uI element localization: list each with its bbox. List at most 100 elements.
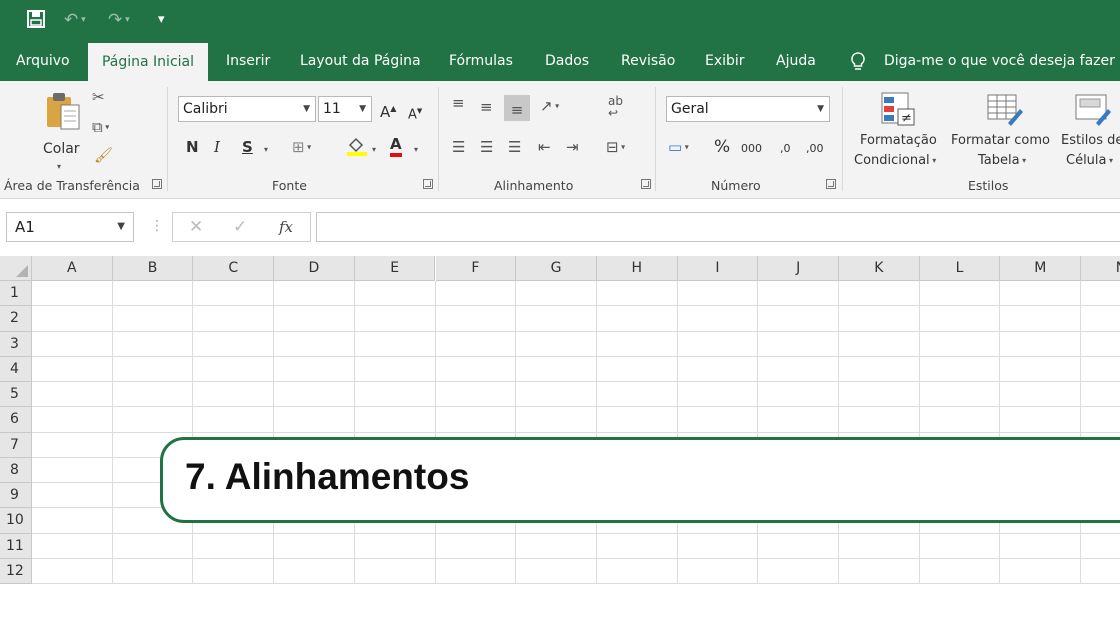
- conditional-formatting-button[interactable]: ≠ Formatação Condicional ▾: [850, 87, 946, 175]
- grid-line: [515, 281, 517, 584]
- row-header[interactable]: 9: [0, 483, 32, 509]
- redo-icon[interactable]: ↷ ▾: [108, 9, 130, 31]
- cancel-icon[interactable]: ✕: [189, 213, 203, 241]
- column-header[interactable]: A: [32, 256, 113, 281]
- lightbulb-icon: [850, 42, 866, 81]
- column-header[interactable]: J: [758, 256, 839, 281]
- column-header[interactable]: D: [274, 256, 355, 281]
- number-launcher-icon[interactable]: [826, 179, 836, 189]
- currency-icon[interactable]: ▭ ▾: [668, 137, 689, 158]
- font-name-select[interactable]: Calibri ▼: [178, 96, 316, 122]
- shrink-font-button[interactable]: A▼: [408, 101, 422, 125]
- tab-pagina-inicial[interactable]: Página Inicial: [88, 43, 208, 81]
- decrease-indent-icon[interactable]: ⇤: [538, 137, 551, 157]
- thousands-button[interactable]: 000: [741, 139, 762, 159]
- column-header[interactable]: L: [919, 256, 1001, 281]
- grid-line: [32, 532, 1120, 534]
- increase-indent-icon[interactable]: ⇥: [566, 137, 579, 157]
- row-header[interactable]: 5: [0, 382, 32, 408]
- tab-exibir[interactable]: Exibir: [705, 42, 745, 81]
- row-header[interactable]: 6: [0, 407, 32, 433]
- column-header[interactable]: I: [677, 256, 759, 281]
- font-color-dropdown-icon[interactable]: ▾: [414, 145, 418, 154]
- wrap-text-button[interactable]: ab ↩: [608, 95, 623, 119]
- number-format-select[interactable]: Geral ▼: [666, 96, 830, 122]
- copy-icon[interactable]: ⧉ ▾: [92, 117, 109, 138]
- column-header[interactable]: F: [435, 256, 517, 281]
- column-header[interactable]: E: [354, 256, 436, 281]
- font-size-value: 11: [323, 101, 341, 117]
- decrease-decimal-button[interactable]: ,00: [806, 139, 824, 159]
- tab-revisao[interactable]: Revisão: [621, 42, 675, 81]
- column-header[interactable]: G: [516, 256, 597, 281]
- paste-button[interactable]: Colar ▾: [40, 89, 86, 171]
- tab-layout-da-pagina[interactable]: Layout da Página: [300, 42, 421, 81]
- format-as-table-label-2: Tabela ▾: [978, 153, 1027, 168]
- merge-center-icon[interactable]: ⊟ ▾: [606, 137, 625, 158]
- conditional-formatting-label-1: Formatação: [860, 133, 937, 148]
- tab-inserir[interactable]: Inserir: [226, 42, 270, 81]
- formula-input[interactable]: [316, 212, 1120, 242]
- spreadsheet-grid[interactable]: ABCDEFGHIJKLMN123456789101112: [0, 256, 1120, 584]
- format-painter-icon[interactable]: 🖌: [94, 145, 113, 165]
- insert-function-button[interactable]: fx: [279, 213, 293, 241]
- column-header[interactable]: N: [1081, 256, 1120, 281]
- name-box[interactable]: A1 ▼: [6, 212, 134, 242]
- font-group-label: Fonte: [272, 178, 307, 193]
- clipboard-launcher-icon[interactable]: [152, 179, 162, 189]
- column-header[interactable]: K: [839, 256, 920, 281]
- select-all-button[interactable]: [0, 256, 32, 281]
- borders-icon[interactable]: ⊞ ▾: [292, 137, 311, 158]
- percent-button[interactable]: %: [714, 137, 730, 157]
- row-header[interactable]: 12: [0, 558, 32, 584]
- increase-decimal-button[interactable]: ,0: [780, 139, 791, 159]
- tell-me-search[interactable]: Diga-me o que você deseja fazer: [884, 42, 1115, 81]
- column-header[interactable]: C: [193, 256, 275, 281]
- customize-icon[interactable]: ▾: [158, 9, 165, 31]
- alignment-launcher-icon[interactable]: [641, 179, 651, 189]
- align-middle-icon[interactable]: ≡: [480, 97, 493, 117]
- row-header[interactable]: 3: [0, 331, 32, 357]
- align-bottom-icon[interactable]: ≡: [504, 95, 530, 121]
- align-top-icon[interactable]: ≡: [452, 93, 465, 113]
- align-right-icon[interactable]: ☰: [508, 137, 521, 157]
- cell-styles-button[interactable]: Estilos de Célula ▾: [1058, 87, 1120, 175]
- row-header[interactable]: 4: [0, 356, 32, 382]
- italic-button[interactable]: I: [214, 137, 220, 157]
- formula-buttons: ✕ ✓ fx: [172, 212, 311, 242]
- font-launcher-icon[interactable]: [423, 179, 433, 189]
- undo-icon[interactable]: ↶ ▾: [64, 9, 86, 31]
- orientation-icon[interactable]: ↗ ▾: [540, 96, 559, 117]
- row-header[interactable]: 11: [0, 533, 32, 559]
- row-header[interactable]: 8: [0, 457, 32, 483]
- underline-dropdown-icon[interactable]: ▾: [264, 145, 268, 154]
- section-title: 7. Alinhamentos: [185, 456, 470, 497]
- cut-icon[interactable]: ✂: [92, 87, 105, 107]
- bold-button[interactable]: N: [186, 137, 199, 157]
- row-header[interactable]: 7: [0, 432, 32, 458]
- save-icon[interactable]: [26, 9, 46, 35]
- align-left-icon[interactable]: ☰: [452, 137, 465, 157]
- column-header[interactable]: M: [1000, 256, 1082, 281]
- tab-arquivo[interactable]: Arquivo: [16, 42, 70, 81]
- fill-color-dropdown-icon[interactable]: ▾: [372, 145, 376, 154]
- grid-line: [1080, 281, 1082, 584]
- format-as-table-button[interactable]: Formatar como Tabela ▾: [948, 87, 1056, 175]
- grow-font-button[interactable]: A▲: [380, 99, 396, 122]
- formula-bar-grip-icon[interactable]: ⋮: [150, 218, 164, 234]
- enter-icon[interactable]: ✓: [233, 213, 247, 241]
- align-center-icon[interactable]: ☰: [480, 137, 493, 157]
- underline-button[interactable]: S: [242, 137, 253, 157]
- row-header[interactable]: 2: [0, 306, 32, 332]
- row-header[interactable]: 10: [0, 508, 32, 534]
- tab-dados[interactable]: Dados: [545, 42, 589, 81]
- column-header[interactable]: H: [596, 256, 678, 281]
- font-size-select[interactable]: 11 ▼: [318, 96, 372, 122]
- column-header[interactable]: B: [112, 256, 194, 281]
- font-color-button[interactable]: A: [390, 135, 402, 157]
- fill-color-icon[interactable]: [346, 135, 368, 162]
- row-header[interactable]: 1: [0, 281, 32, 307]
- tab-ajuda[interactable]: Ajuda: [776, 42, 816, 81]
- tab-formulas[interactable]: Fórmulas: [449, 42, 513, 81]
- chevron-down-icon: ▼: [359, 104, 366, 114]
